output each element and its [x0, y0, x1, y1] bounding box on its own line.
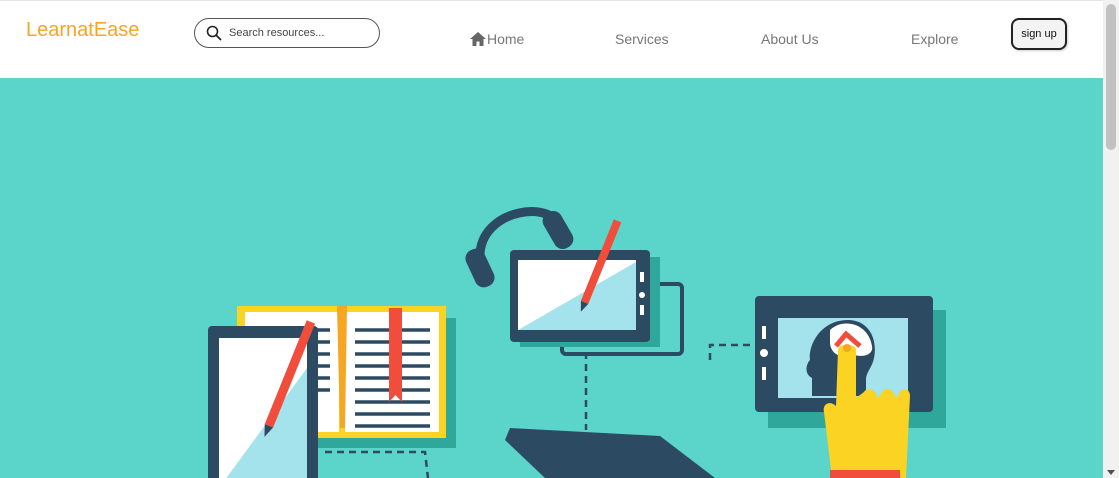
nav-home-label: Home: [487, 31, 525, 47]
signup-button[interactable]: sign up: [1011, 18, 1067, 50]
search-box[interactable]: [194, 18, 380, 48]
hero-banner: [0, 78, 1103, 478]
search-icon: [206, 25, 222, 41]
nav-about-us[interactable]: About Us: [761, 31, 819, 47]
brand-logo[interactable]: LearnatEase: [26, 19, 139, 42]
navbar: LearnatEase Home Services About Us Explo…: [0, 0, 1103, 79]
scrollbar-thumb[interactable]: [1106, 4, 1116, 150]
nav-home[interactable]: Home: [470, 31, 524, 47]
tablet-illustration: [208, 320, 318, 478]
screen-with-pencil-illustration: [510, 219, 684, 356]
scroll-down-arrow-icon[interactable]: [1107, 470, 1115, 475]
scrollbar[interactable]: [1103, 0, 1119, 478]
home-icon: [470, 32, 486, 46]
online-learning-illustration: [208, 207, 946, 478]
nav-services[interactable]: Services: [615, 31, 669, 47]
graduation-cap-illustration: [505, 428, 715, 478]
nav-explore[interactable]: Explore: [911, 31, 958, 47]
search-input[interactable]: [229, 24, 369, 42]
